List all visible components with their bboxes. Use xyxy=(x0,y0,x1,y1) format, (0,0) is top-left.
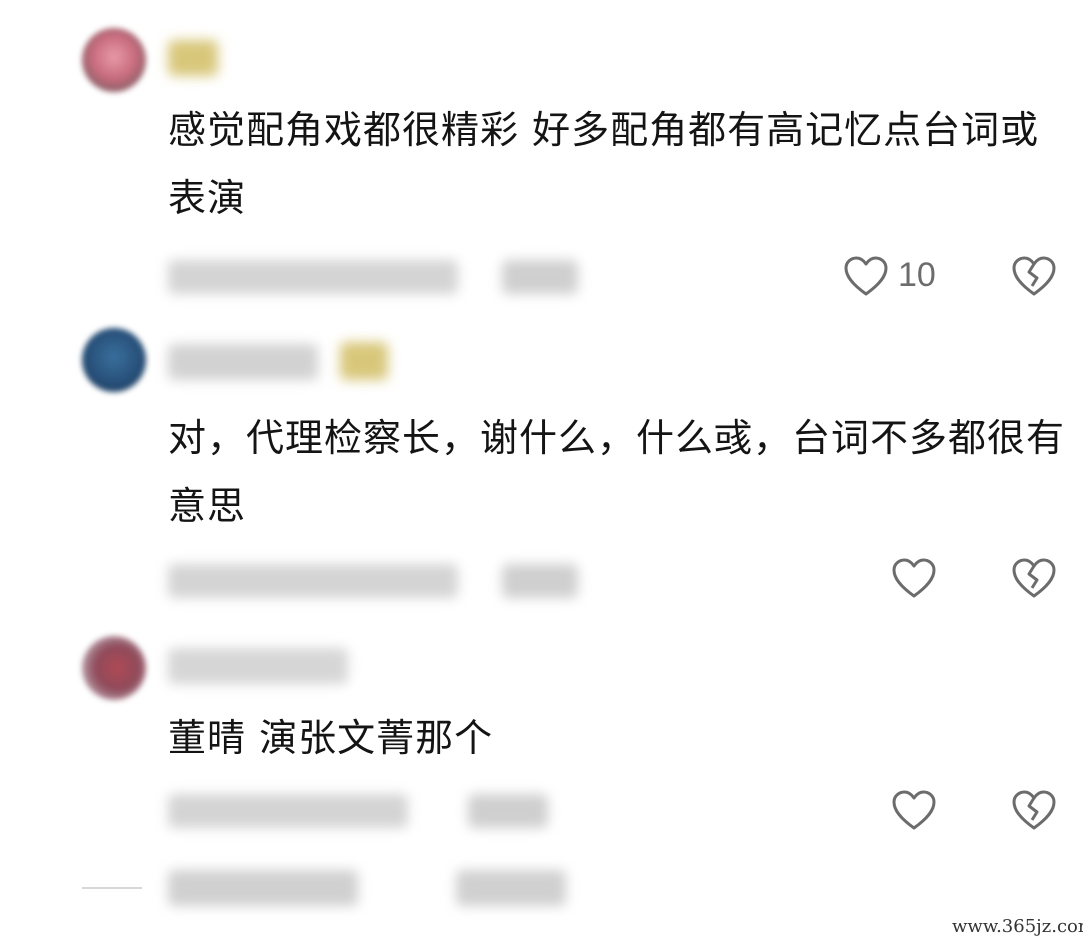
reply-button[interactable] xyxy=(468,794,548,828)
comment-meta-blurred xyxy=(168,794,408,828)
comment-text: 对，代理检察长，谢什么，什么彧，台词不多都很有意思 xyxy=(168,416,1066,528)
username-blurred[interactable] xyxy=(168,648,348,684)
badge-blurred xyxy=(340,342,388,380)
username-blurred[interactable] xyxy=(168,40,218,76)
heart-icon[interactable] xyxy=(890,788,938,832)
heart-icon[interactable] xyxy=(890,556,938,600)
heart-icon[interactable] xyxy=(842,254,890,298)
avatar[interactable] xyxy=(82,28,146,92)
comment-text: 董晴 演张文菁那个 xyxy=(168,716,494,760)
watermark: www.365jz.com xyxy=(952,916,1083,937)
reply-button[interactable] xyxy=(502,564,578,598)
comment-meta-blurred xyxy=(168,260,458,294)
broken-heart-icon[interactable] xyxy=(1010,254,1058,298)
avatar[interactable] xyxy=(82,328,146,392)
divider xyxy=(82,887,142,889)
collapse-blurred[interactable] xyxy=(456,870,566,906)
expand-replies-blurred[interactable] xyxy=(168,870,358,906)
broken-heart-icon[interactable] xyxy=(1010,788,1058,832)
avatar[interactable] xyxy=(82,636,146,700)
username-blurred[interactable] xyxy=(168,344,318,380)
reply-button[interactable] xyxy=(502,260,578,294)
broken-heart-icon[interactable] xyxy=(1010,556,1058,600)
like-count: 10 xyxy=(898,256,936,294)
comment-meta-blurred xyxy=(168,564,458,598)
comment-text: 感觉配角戏都很精彩 好多配角都有高记忆点台词或表演 xyxy=(168,108,1040,220)
